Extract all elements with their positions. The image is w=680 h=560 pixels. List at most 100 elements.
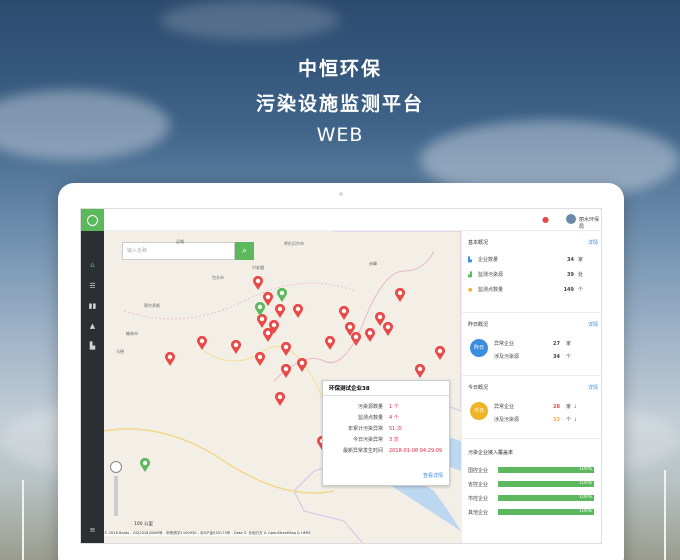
- detail-link[interactable]: 详情: [588, 239, 598, 246]
- popup-value: 51 次: [389, 426, 402, 432]
- windmill-left: [22, 480, 24, 560]
- map-pin-normal[interactable]: [254, 301, 266, 316]
- column-chart-icon[interactable]: ▙: [81, 339, 104, 353]
- stat-value: 149: [563, 286, 574, 293]
- stat-label: 企业数量: [478, 257, 499, 263]
- stat-unit: 个: [566, 417, 572, 423]
- username[interactable]: 丽水环保局: [579, 216, 601, 230]
- stat-row: 异常企业 28 家 ↓: [494, 403, 594, 411]
- stat-label: 异常企业: [494, 341, 515, 347]
- map-pin-alert[interactable]: [414, 363, 426, 378]
- map-pin-alert[interactable]: [338, 305, 350, 320]
- list-icon[interactable]: ☰: [81, 279, 104, 293]
- avatar[interactable]: [566, 214, 576, 224]
- map-pin-alert[interactable]: [382, 321, 394, 336]
- section-title: 污染企业接入覆盖率: [468, 450, 514, 456]
- tablet-frame: ⌂ ☰ ▮▮ ▲ ▙ ≡ ● 丽水环保局 ⌄ 输入名称: [58, 183, 624, 560]
- detail-link[interactable]: 详情: [588, 321, 598, 328]
- coverage-label: 其他企业: [468, 510, 489, 516]
- zoom-control[interactable]: [110, 461, 122, 473]
- coverage-label: 市控企业: [468, 496, 489, 502]
- warning-icon[interactable]: ▲: [81, 319, 104, 333]
- popup-key: 年累计污染异常: [347, 426, 383, 432]
- logo-icon: [87, 214, 98, 226]
- map-pin-alert[interactable]: [394, 287, 406, 302]
- popup-row: 污染源数量 1 个: [323, 401, 449, 412]
- popup-row: 最新异常发生时间 2018-01-08 04:29:09: [323, 445, 449, 456]
- basic-section: 基本概况 详情 ▙ 企业数量 34 家 ▟ 监测污染源 39 处 ● 监测点数量: [462, 231, 601, 313]
- stat-value: 34: [567, 256, 574, 263]
- popup-row: 年累计污染异常 51 次: [323, 423, 449, 434]
- stat-unit: 个: [578, 287, 584, 293]
- stat-unit: 家: [566, 341, 572, 347]
- home-icon[interactable]: ⌂: [81, 258, 104, 272]
- map-pin-alert[interactable]: [274, 391, 286, 406]
- factory-icon: ▟: [468, 271, 472, 278]
- coverage-bar: 100%: [498, 509, 594, 515]
- map-pin-alert[interactable]: [254, 351, 266, 366]
- map-pin-alert[interactable]: [364, 327, 376, 342]
- detail-link[interactable]: 详情: [588, 384, 598, 391]
- popup-title: 环保测试企业38: [323, 381, 449, 396]
- stat-label: 监测点数量: [478, 287, 504, 293]
- section-title: 基本概况: [468, 240, 489, 246]
- search-icon[interactable]: ⌕: [235, 242, 254, 260]
- coverage-label: 省控企业: [468, 482, 489, 488]
- map-label: 榆林市: [126, 331, 138, 336]
- map-copyright: © 2018 Baidu - GS(2016)2089号 - 甲测资字11009…: [104, 531, 311, 536]
- stat-unit: 家: [566, 404, 572, 410]
- map-pin-alert[interactable]: [230, 339, 242, 354]
- yesterday-section: 昨日概况 详情 昨日 异常企业 27 家 涉及污染源 34 个: [462, 313, 601, 376]
- enterprise-popup: 环保测试企业38 污染源数量 1 个 监测点数量 4 个 年累计污染异常 51 次 今…: [322, 380, 450, 486]
- popup-detail-link[interactable]: 查看详情: [423, 472, 443, 479]
- map-pin-alert[interactable]: [292, 303, 304, 318]
- zoom-slider[interactable]: [114, 476, 118, 516]
- windmill-right: [664, 470, 666, 560]
- map-pin-alert[interactable]: [196, 335, 208, 350]
- stat-row: 异常企业 27 家: [494, 340, 594, 348]
- coverage-section: 污染企业接入覆盖率 国控企业 100% 省控企业 100% 市控企业 100% …: [462, 439, 601, 543]
- today-section: 今日概况 详情 今日 异常企业 28 家 ↓ 涉及污染源 33 个 ↓: [462, 376, 601, 439]
- bell-icon[interactable]: ●: [542, 215, 549, 224]
- map-pin-alert[interactable]: [280, 341, 292, 356]
- map-pin-alert[interactable]: [350, 331, 362, 346]
- menu-toggle-icon[interactable]: ≡: [81, 523, 104, 537]
- popup-row: 监测点数量 4 个: [323, 412, 449, 423]
- map-pin-alert[interactable]: [252, 275, 264, 290]
- map-pin-alert[interactable]: [274, 303, 286, 318]
- map-pin-alert[interactable]: [268, 319, 280, 334]
- stat-value: 39: [567, 271, 574, 278]
- stat-value: 33: [553, 416, 560, 423]
- bar-chart-icon[interactable]: ▮▮: [81, 299, 104, 313]
- map-pin-alert[interactable]: [164, 351, 176, 366]
- stat-row: ● 监测点数量 149 个: [468, 286, 598, 294]
- popup-value: 4 个: [389, 415, 399, 421]
- map-pin-normal[interactable]: [139, 457, 151, 472]
- stat-value: 28: [553, 403, 560, 410]
- trend-down-icon: ↓: [573, 403, 578, 410]
- stat-value: 34: [553, 353, 560, 360]
- stat-row: ▟ 监测污染源 39 处: [468, 271, 598, 279]
- logo[interactable]: [81, 209, 104, 231]
- map-view[interactable]: 输入名称 ⌕ 运城 呼伦贝尔市 兴安盟 包头市 鄂尔多斯 榆林市 马德 赤峰 1…: [104, 231, 461, 543]
- map-pin-alert[interactable]: [296, 357, 308, 372]
- map-label: 马德: [116, 349, 124, 354]
- app-screen: ⌂ ☰ ▮▮ ▲ ▙ ≡ ● 丽水环保局 ⌄ 输入名称: [80, 208, 602, 544]
- section-title: 昨日概况: [468, 322, 489, 328]
- map-pin-alert[interactable]: [324, 335, 336, 350]
- stat-label: 异常企业: [494, 404, 515, 410]
- popup-key: 监测点数量: [357, 415, 383, 421]
- coverage-label: 国控企业: [468, 468, 489, 474]
- map-pin-alert[interactable]: [280, 363, 292, 378]
- popup-key: 最新异常发生时间: [342, 448, 383, 454]
- map-pin-normal[interactable]: [276, 287, 288, 302]
- camera-dot: [339, 192, 343, 196]
- overview-panel: 基本概况 详情 ▙ 企业数量 34 家 ▟ 监测污染源 39 处 ● 监测点数量: [461, 231, 601, 543]
- hero-title: 中恒环保: [297, 58, 382, 80]
- map-label: 鄂尔多斯: [144, 303, 160, 308]
- popup-row: 今日污染异常 3 次: [323, 434, 449, 445]
- stat-row: ▙ 企业数量 34 家: [468, 256, 598, 264]
- today-badge: 今日: [470, 402, 488, 420]
- map-pin-alert[interactable]: [434, 345, 446, 360]
- zoom-scale: 100 公里: [134, 522, 154, 527]
